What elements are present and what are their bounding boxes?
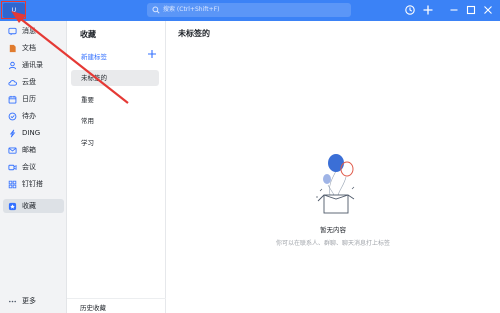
sidebar-item-mail[interactable]: 邮箱 — [3, 143, 64, 157]
search-placeholder: 搜索 (Ctrl+Shift+F) — [163, 6, 220, 13]
tag-item-untagged[interactable]: 未标签的 — [71, 70, 159, 86]
favorite-icon — [8, 202, 17, 211]
sidebar-item-dingda[interactable]: 钉钉搭 — [3, 177, 64, 191]
tag-item-common[interactable]: 常用 — [71, 113, 159, 129]
search-icon — [152, 6, 160, 14]
sidebar-item-docs[interactable]: 文档 — [3, 41, 64, 55]
minimize-icon[interactable] — [448, 4, 460, 16]
sidebar-item-cloud[interactable]: 云盘 — [3, 75, 64, 89]
history-favorites[interactable]: 历史收藏 — [67, 298, 166, 313]
sidebar-item-more[interactable]: 更多 — [3, 294, 64, 308]
favorites-panel: 收藏 新建标签 未标签的 重要 常用 学习 历史收藏 — [67, 21, 166, 313]
sidebar-item-ding[interactable]: DING — [3, 126, 64, 140]
sidebar-item-favorites[interactable]: 收藏 — [3, 199, 64, 213]
cloud-icon — [8, 78, 17, 87]
meeting-icon — [8, 163, 17, 172]
sidebar-item-calendar[interactable]: 日历 — [3, 92, 64, 106]
calendar-icon — [8, 95, 17, 104]
panel-title: 收藏 — [80, 30, 96, 39]
empty-state-title: 暂无内容 — [320, 226, 346, 234]
sidebar: 消息 文档 通讯录 云盘 日历 待办 DING 邮箱 会议 钉钉搭 收藏 更多 — [0, 21, 67, 313]
plus-icon[interactable] — [147, 49, 157, 59]
message-icon — [8, 27, 17, 36]
tag-item-study[interactable]: 学习 — [71, 135, 159, 151]
maximize-icon[interactable] — [465, 4, 477, 16]
close-icon[interactable] — [482, 4, 494, 16]
sidebar-item-todo[interactable]: 待办 — [3, 109, 64, 123]
ding-icon — [8, 129, 17, 138]
add-icon[interactable] — [422, 4, 434, 16]
contacts-icon — [8, 61, 17, 70]
dingda-icon — [8, 180, 17, 189]
sidebar-item-messages[interactable]: 消息 — [3, 24, 64, 38]
mail-icon — [8, 146, 17, 155]
search-input[interactable]: 搜索 (Ctrl+Shift+F) — [147, 3, 351, 17]
document-icon — [8, 44, 17, 53]
annotation-highlight-box — [1, 1, 26, 19]
empty-state-illustration — [316, 154, 355, 214]
empty-state-description: 你可以在联系人、群聊、聊天消息打上标签 — [275, 240, 390, 247]
sidebar-item-contacts[interactable]: 通讯录 — [3, 58, 64, 72]
todo-icon — [8, 112, 17, 121]
page-title: 未标签的 — [178, 29, 210, 38]
new-tag-button[interactable]: 新建标签 — [71, 49, 159, 65]
main-content: 未标签的 暂无内容 你可以在联系人、群聊、聊天消息打上标签 — [166, 21, 500, 313]
more-icon — [8, 297, 17, 306]
title-bar: U 搜索 (Ctrl+Shift+F) — [0, 0, 500, 21]
sidebar-item-meeting[interactable]: 会议 — [3, 160, 64, 174]
tag-item-important[interactable]: 重要 — [71, 92, 159, 108]
history-icon[interactable] — [404, 4, 416, 16]
